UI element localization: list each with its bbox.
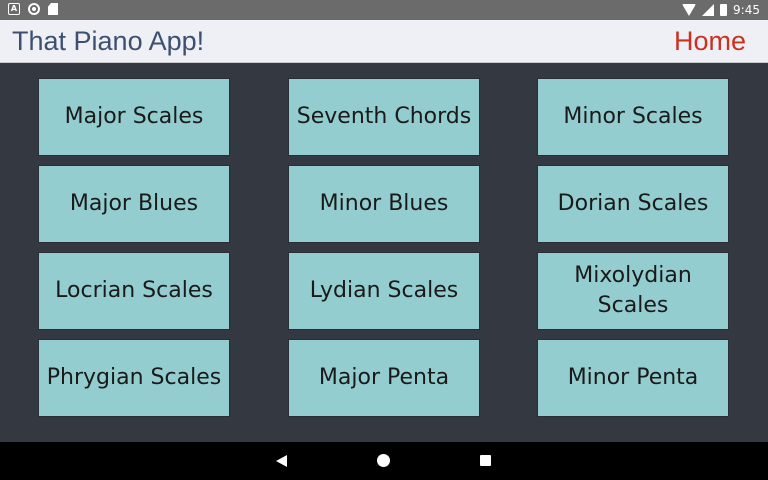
major-blues-button[interactable]: Major Blues	[38, 165, 230, 243]
app-bar: That Piano App! Home	[0, 20, 768, 63]
wifi-icon	[682, 4, 697, 16]
notification-a-icon: A	[8, 3, 20, 15]
minor-blues-button[interactable]: Minor Blues	[288, 165, 480, 243]
status-right-icons: 9:45	[682, 2, 760, 18]
scale-menu-grid: Major Scales Seventh Chords Minor Scales…	[0, 63, 768, 442]
status-time: 9:45	[733, 3, 760, 17]
navigation-bar	[0, 442, 768, 480]
signal-icon	[702, 4, 715, 16]
minor-penta-button[interactable]: Minor Penta	[537, 339, 729, 417]
home-button[interactable]: Home	[674, 26, 746, 57]
major-penta-button[interactable]: Major Penta	[288, 339, 480, 417]
home-icon[interactable]	[377, 454, 390, 467]
phrygian-scales-button[interactable]: Phrygian Scales	[38, 339, 230, 417]
dorian-scales-button[interactable]: Dorian Scales	[537, 165, 729, 243]
sd-card-icon	[48, 3, 58, 15]
seventh-chords-button[interactable]: Seventh Chords	[288, 78, 480, 156]
sync-icon	[28, 3, 40, 15]
app-title: That Piano App!	[12, 26, 205, 56]
battery-icon	[720, 4, 728, 16]
back-icon[interactable]	[276, 455, 287, 467]
minor-scales-button[interactable]: Minor Scales	[537, 78, 729, 156]
locrian-scales-button[interactable]: Locrian Scales	[38, 252, 230, 330]
major-scales-button[interactable]: Major Scales	[38, 78, 230, 156]
status-bar: A 9:45	[0, 0, 768, 20]
status-left-icons: A	[8, 3, 58, 15]
lydian-scales-button[interactable]: Lydian Scales	[288, 252, 480, 330]
recents-icon[interactable]	[480, 455, 491, 466]
mixolydian-scales-button[interactable]: Mixolydian Scales	[537, 252, 729, 330]
